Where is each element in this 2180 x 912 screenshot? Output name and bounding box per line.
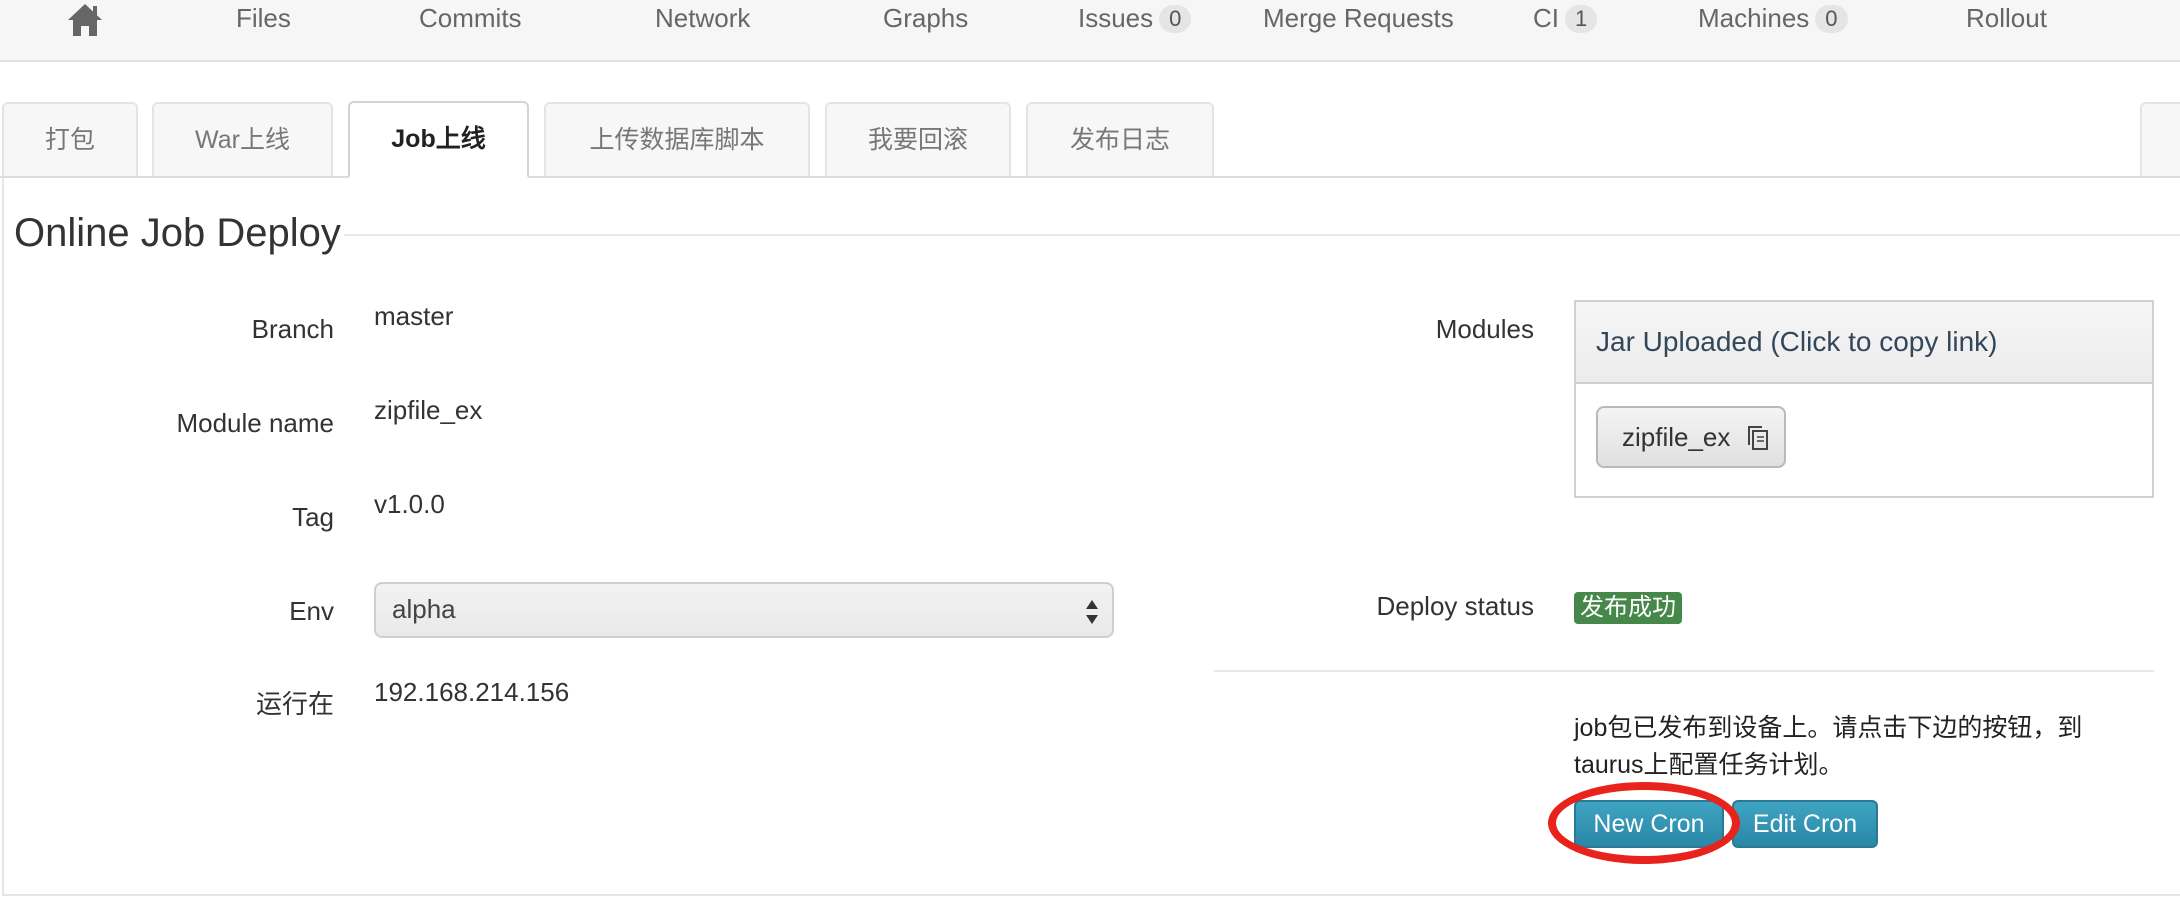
select-arrows-icon: [1084, 598, 1100, 626]
page-title: Online Job Deploy: [14, 211, 341, 255]
tag-value: v1.0.0: [374, 489, 445, 519]
tab-war-online[interactable]: War上线: [152, 102, 333, 176]
nav-issues-label: Issues: [1078, 3, 1154, 33]
nav-commits-label: Commits: [419, 3, 522, 33]
edit-cron-button-label: Edit Cron: [1752, 810, 1858, 838]
tab-package[interactable]: 打包: [2, 102, 138, 176]
tag-label: Tag: [292, 502, 334, 532]
modules-panel: Jar Uploaded (Click to copy link) zipfil…: [1574, 300, 2154, 498]
module-name-value: zipfile_ex: [374, 395, 483, 425]
jar-uploaded-heading: Jar Uploaded (Click to copy link): [1596, 326, 1998, 357]
tab-job-online[interactable]: Job上线: [348, 101, 529, 178]
edit-cron-button[interactable]: Edit Cron: [1732, 800, 1878, 848]
nav-commits[interactable]: Commits: [419, 2, 522, 34]
nav-rollout[interactable]: Rollout: [1966, 2, 2047, 34]
module-name-label: Module name: [176, 408, 334, 438]
nav-ci[interactable]: CI 1: [1533, 2, 1598, 34]
branch-value: master: [374, 301, 454, 331]
top-nav: Files Commits Network Graphs Issues 0 Mer…: [0, 0, 2180, 62]
branch-label: Branch: [251, 314, 334, 344]
nav-machines-label: Machines: [1698, 3, 1810, 33]
issues-count-badge: 0: [1159, 5, 1192, 33]
status-badge: 发布成功: [1574, 592, 1682, 624]
home-icon[interactable]: [66, 2, 104, 38]
nav-ci-label: CI: [1533, 3, 1559, 33]
nav-machines[interactable]: Machines 0: [1698, 2, 1848, 34]
tab-release-log-label: 发布日志: [1069, 126, 1170, 154]
tab-package-label: 打包: [44, 126, 95, 154]
tab-rollback-label: 我要回滚: [867, 126, 968, 154]
highlight-annotation-ring: [1548, 782, 1740, 864]
nav-files[interactable]: Files: [236, 2, 291, 34]
tab-upload-db-script[interactable]: 上传数据库脚本: [544, 102, 810, 176]
nav-network[interactable]: Network: [655, 2, 750, 34]
nav-merge-requests[interactable]: Merge Requests: [1263, 2, 1454, 34]
deploy-divider: [1214, 670, 2154, 672]
deploy-status-label: Deploy status: [1376, 591, 1534, 621]
copy-icon: [1744, 424, 1772, 452]
env-select[interactable]: alpha: [374, 582, 1114, 638]
machines-count-badge: 0: [1815, 5, 1848, 33]
run-on-label: 运行在: [255, 689, 334, 719]
nav-rollout-label: Rollout: [1966, 3, 2047, 33]
tab-rollback[interactable]: 我要回滚: [825, 102, 1011, 176]
nav-files-label: Files: [236, 3, 291, 33]
tab-job-online-label: Job上线: [391, 125, 486, 153]
nav-graphs-label: Graphs: [883, 3, 969, 33]
title-divider: [344, 234, 2180, 236]
ci-count-badge: 1: [1565, 5, 1598, 33]
jar-copy-button-label: zipfile_ex: [1622, 422, 1731, 452]
modules-label: Modules: [1435, 314, 1534, 344]
panel-border-bottom: [2, 894, 2180, 896]
tab-war-online-label: War上线: [195, 126, 290, 154]
jar-copy-button[interactable]: zipfile_ex: [1596, 406, 1786, 468]
deploy-note: job包已发布到设备上。请点击下边的按钮，到taurus上配置任务计划。: [1574, 714, 2083, 779]
run-on-value: 192.168.214.156: [374, 677, 570, 707]
tab-release-log[interactable]: 发布日志: [1026, 102, 1214, 176]
modules-panel-header: Jar Uploaded (Click to copy link): [1576, 302, 2152, 384]
tab-upload-db-script-label: 上传数据库脚本: [589, 126, 765, 154]
nav-graphs[interactable]: Graphs: [883, 2, 968, 34]
panel-border-left: [2, 178, 4, 896]
nav-network-label: Network: [655, 3, 751, 33]
tab-extra[interactable]: [2140, 102, 2180, 176]
tabs-divider: [0, 176, 2180, 178]
env-label: Env: [289, 596, 334, 626]
nav-merge-requests-label: Merge Requests: [1263, 3, 1454, 33]
env-select-value: alpha: [392, 594, 456, 624]
nav-issues[interactable]: Issues 0: [1078, 2, 1192, 34]
